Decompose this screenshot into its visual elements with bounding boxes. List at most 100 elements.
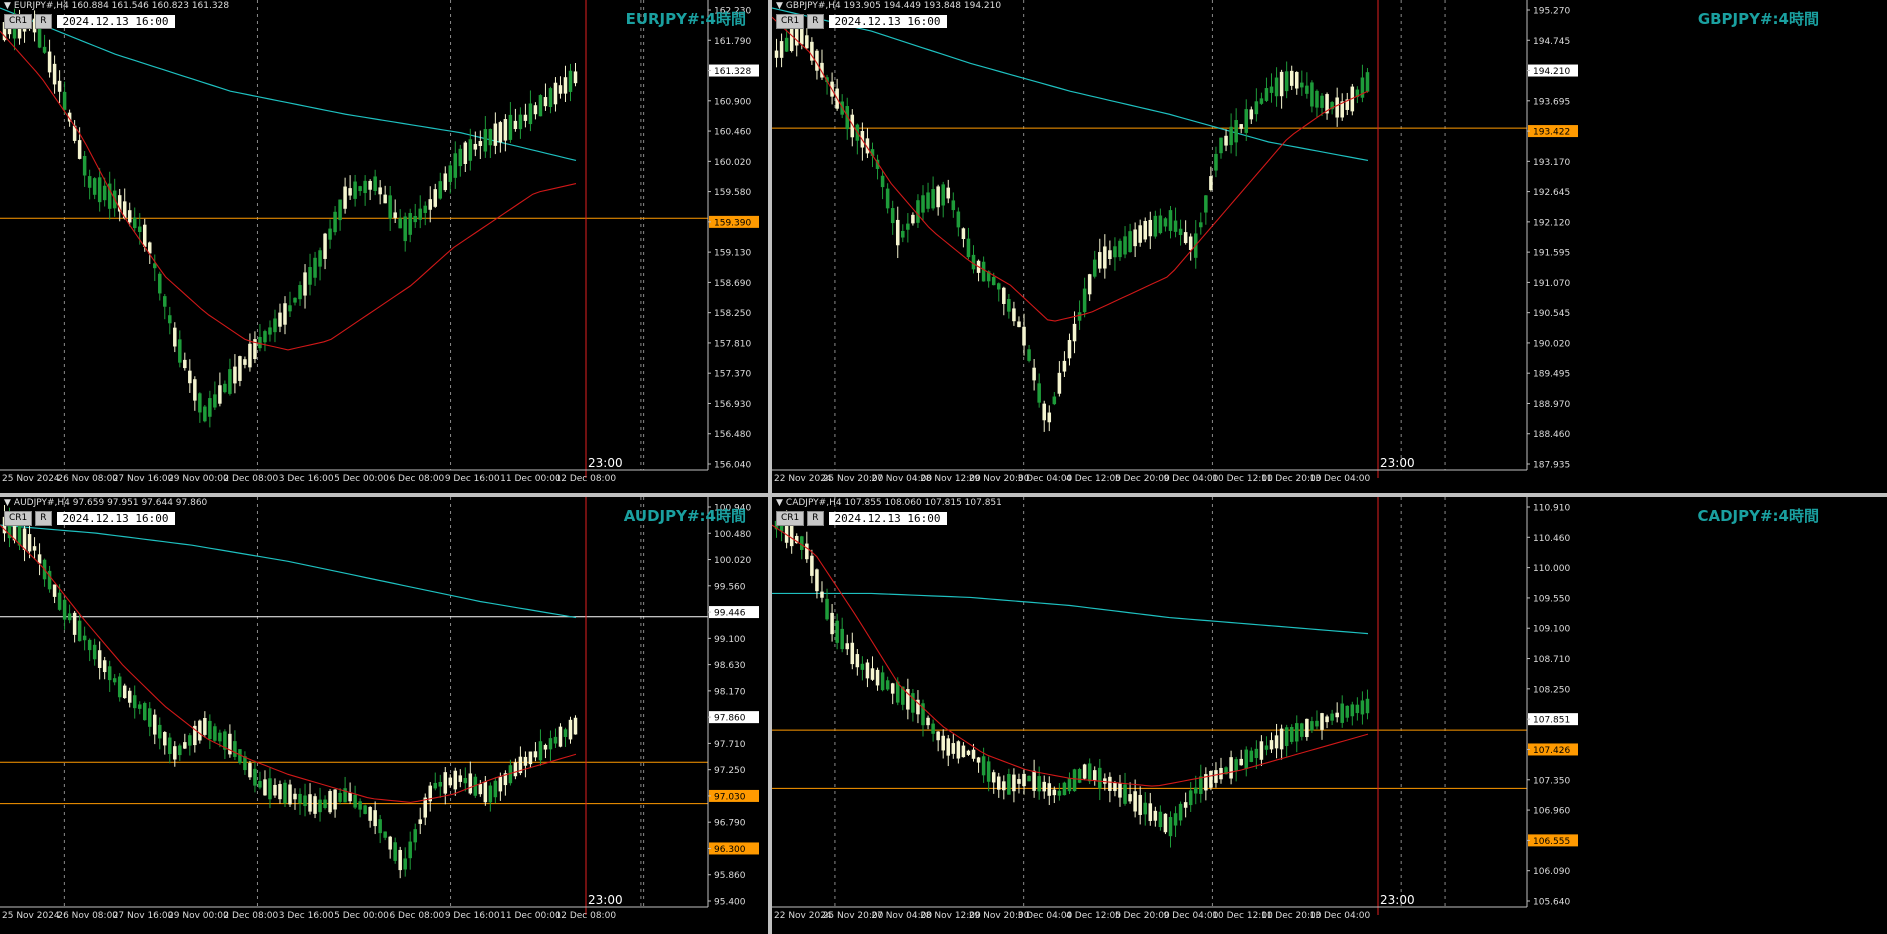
collapse-triangle-icon[interactable]: ▼ [4, 498, 11, 508]
chart-canvas-eurjpy[interactable]: 23:00162.230161.790161.328160.900160.460… [0, 0, 768, 493]
candle-body [1148, 219, 1153, 237]
date-input[interactable]: 2024.12.13 16:00 [56, 512, 175, 525]
candle-body [1148, 803, 1153, 822]
candle-body [188, 370, 192, 384]
candle-body [132, 217, 137, 229]
price-tick-label: 106.555 [1533, 837, 1570, 847]
candle-body [448, 165, 453, 182]
chart-canvas-gbpjpy[interactable]: 23:00 195.270 194.745 194.210 193.695 193.422… [772, 0, 1887, 493]
date-input[interactable]: 2024.12.13 16:00 [828, 512, 947, 525]
candle-body [1158, 215, 1163, 234]
price-tick-label: 156.480 [714, 430, 751, 440]
moving-average-fast-line [772, 524, 1369, 787]
pane-splitter-horizontal[interactable] [0, 493, 1887, 497]
candle-body [253, 768, 257, 786]
candle-body [865, 662, 870, 679]
chart-canvas-cadjpy[interactable]: 23:00 110.910 110.460 110.000 109.550 109.100… [772, 497, 1887, 934]
price-tick-label: 106.960 [1533, 807, 1570, 817]
candle-body [383, 831, 387, 838]
r-button[interactable]: R [35, 14, 52, 29]
candle-body [1077, 312, 1082, 321]
date-input[interactable]: 2024.12.13 16:00 [828, 15, 947, 28]
candle-body [298, 793, 302, 804]
candle-body [328, 790, 332, 813]
candle-body [408, 841, 412, 859]
candle-body [368, 180, 372, 190]
candle-body [1047, 412, 1052, 423]
candle-body [538, 741, 543, 761]
candle-body [1012, 308, 1016, 322]
candle-body [1022, 773, 1026, 787]
candle-body [981, 261, 986, 282]
candle-body [238, 356, 242, 381]
cr1-button[interactable]: CR1 [4, 511, 33, 526]
candle-body [1345, 705, 1350, 718]
chart-panel-gbpjpy[interactable]: 23:00 195.270 194.745 194.210 193.695 193.422… [772, 0, 1887, 493]
candle-body [1168, 210, 1173, 231]
chart-panel-eurjpy[interactable]: 23:00 162.230 161.790 161.328 160.900 160.460… [0, 0, 768, 493]
r-button[interactable]: R [807, 14, 824, 29]
candle-body [1289, 70, 1294, 86]
chart-panel-audjpy[interactable]: 23:00 100.940 100.480 100.020 99.560 99.446 99… [0, 497, 768, 934]
candle-body [102, 660, 107, 673]
collapse-triangle-icon[interactable]: ▼ [776, 498, 783, 508]
time-marker-label: 23:00 [1380, 456, 1415, 470]
price-tick-label: 160.460 [714, 128, 751, 138]
candle-body [1092, 259, 1097, 277]
r-button[interactable]: R [35, 511, 52, 526]
candle-body [1224, 135, 1228, 146]
candle-body [213, 726, 217, 741]
price-tick-label: 108.250 [1533, 685, 1570, 695]
cr1-button[interactable]: CR1 [776, 511, 805, 526]
candle-body [198, 720, 202, 741]
candle-body [1163, 813, 1168, 833]
candle-body [1062, 782, 1067, 796]
candle-body [1037, 383, 1041, 403]
cr1-button[interactable]: CR1 [4, 14, 33, 29]
r-button[interactable]: R [807, 511, 824, 526]
candle-body [87, 639, 92, 651]
candle-body [1153, 810, 1158, 821]
moving-average-slow-line [772, 592, 1369, 635]
candle-body [413, 216, 417, 223]
time-tick-label: 6 Dec 08:00 [389, 474, 444, 484]
candle-body [1087, 274, 1092, 295]
time-tick-label: 26 Nov 08:00 [57, 474, 118, 484]
candle-body [941, 184, 945, 206]
date-input[interactable]: 2024.12.13 16:00 [56, 15, 175, 28]
pane-splitter-vertical[interactable] [768, 0, 772, 934]
candle-body [398, 849, 402, 871]
candle-body [1239, 758, 1243, 766]
candle-body [1315, 90, 1319, 108]
chart-canvas-audjpy[interactable]: 23:00100.940100.480100.02099.56099.44699… [0, 497, 768, 934]
candle-body [931, 723, 935, 734]
candle-body [183, 742, 187, 749]
candle-body [1087, 763, 1092, 782]
chart-panel-cadjpy[interactable]: 23:00 110.910 110.460 110.000 109.550 109.100… [772, 497, 1887, 934]
candle-body [473, 143, 478, 150]
chart-header: ▼ GBPJPY#,H4 193.905 194.449 193.848 194.… [776, 1, 1001, 11]
candle-body [1133, 229, 1137, 247]
time-tick-label: 29 Nov 00:00 [168, 911, 229, 921]
price-tick-label: 110.460 [1533, 534, 1570, 544]
candle-body [1330, 713, 1334, 721]
candle-body [298, 285, 302, 300]
candle-body [168, 737, 172, 755]
candle-body [1199, 222, 1203, 228]
candle-body [348, 188, 352, 196]
candle-body [468, 773, 473, 794]
chart-header: ▼ CADJPY#,H4 107.855 108.060 107.815 107.… [776, 498, 1002, 508]
candle-body [383, 194, 387, 204]
candle-body [860, 663, 865, 670]
collapse-triangle-icon[interactable]: ▼ [4, 1, 11, 11]
candle-body [1133, 791, 1137, 812]
chart-header: ▼ AUDJPY#,H4 97.659 97.951 97.644 97.860 [4, 498, 207, 508]
candle-body [1178, 228, 1183, 236]
collapse-triangle-icon[interactable]: ▼ [776, 1, 783, 11]
candle-body [1118, 240, 1122, 258]
candle-body [142, 703, 147, 721]
candle-body [966, 750, 971, 755]
candle-body [830, 612, 834, 635]
cr1-button[interactable]: CR1 [776, 14, 805, 29]
candle-body [1113, 782, 1117, 792]
